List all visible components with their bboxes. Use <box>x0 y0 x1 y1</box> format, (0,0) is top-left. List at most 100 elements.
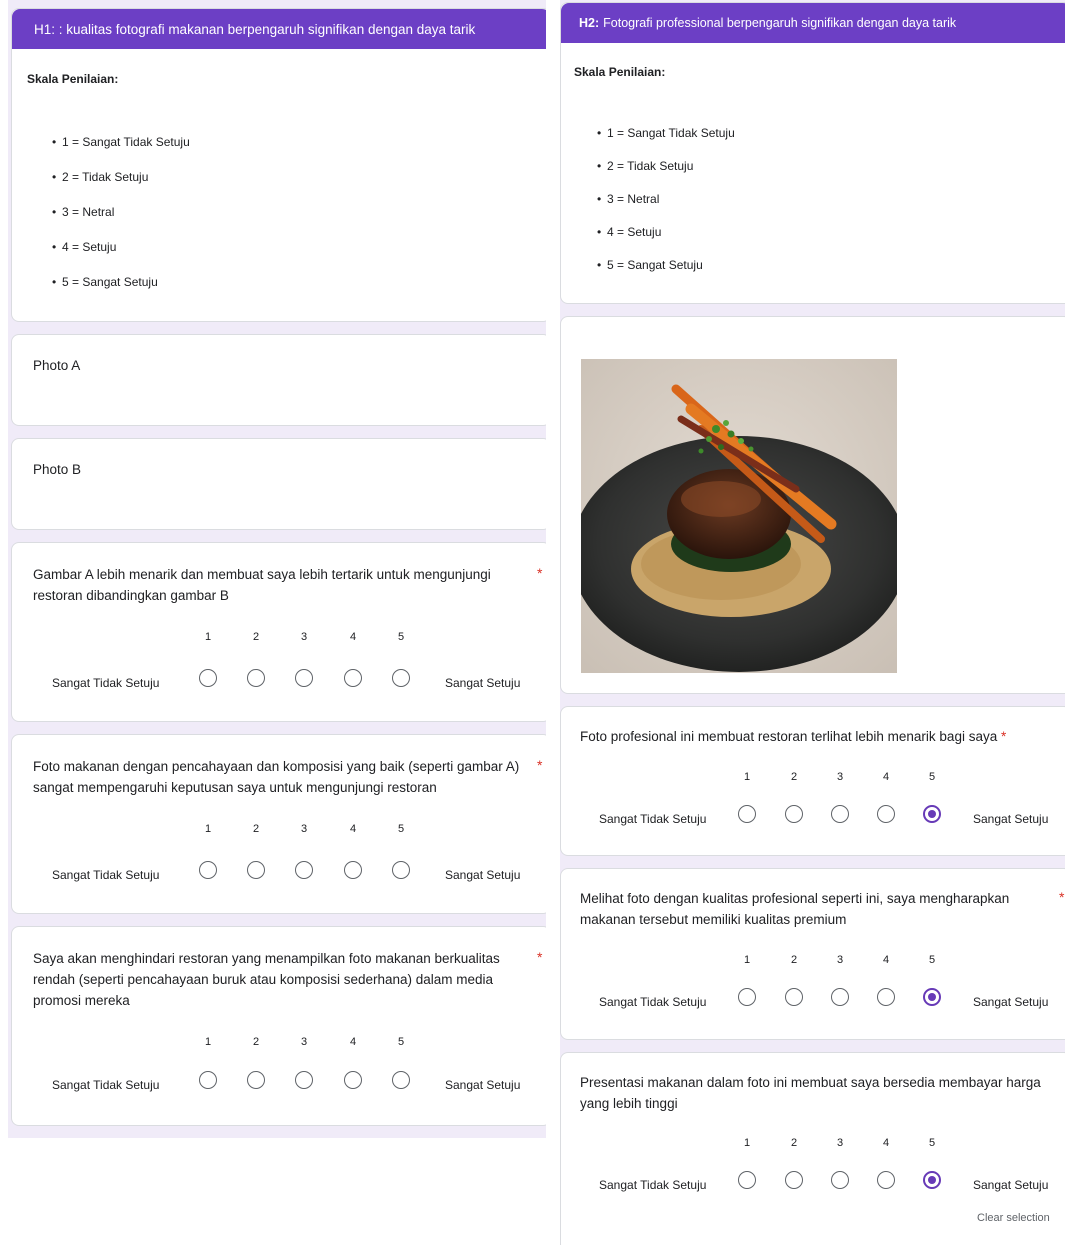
question-text: Melihat foto dengan kualitas profesional… <box>580 891 1010 927</box>
scale-number: 2 <box>252 631 260 643</box>
scale-high-label: Sangat Setuju <box>445 1078 521 1092</box>
question-text: Gambar A lebih menarik dan membuat saya … <box>33 567 491 603</box>
question-card-l3: Saya akan menghindari restoran yang mena… <box>11 926 546 1126</box>
radio-option-1[interactable] <box>199 1071 217 1089</box>
radio-option-1[interactable] <box>738 1171 756 1189</box>
linear-scale: 1 2 3 4 5 Sangat Tidak Setuju Sangat Set… <box>561 1135 1065 1195</box>
scale-number: 3 <box>300 631 308 643</box>
radio-option-3[interactable] <box>295 861 313 879</box>
scale-item: 4 = Setuju <box>52 240 190 275</box>
scale-title: Skala Penilaian: <box>574 65 666 79</box>
right-form-panel: H2: Fotografi professional berpengaruh s… <box>560 0 1065 1245</box>
scale-number: 5 <box>928 1137 936 1149</box>
photo-a-card: Photo A <box>11 334 546 426</box>
scale-number: 1 <box>204 1036 212 1048</box>
scale-high-label: Sangat Setuju <box>973 995 1049 1009</box>
clear-selection-button[interactable]: Clear selection <box>977 1212 1050 1224</box>
radio-option-5-selected[interactable] <box>923 805 941 823</box>
scale-item: 2 = Tidak Setuju <box>52 170 190 205</box>
scale-number: 5 <box>397 631 405 643</box>
scale-number: 1 <box>204 631 212 643</box>
radio-option-2[interactable] <box>785 1171 803 1189</box>
scale-item: 5 = Sangat Setuju <box>52 275 190 310</box>
question-text: Saya akan menghindari restoran yang mena… <box>33 951 500 1008</box>
radio-option-2[interactable] <box>785 805 803 823</box>
scale-number: 2 <box>790 771 798 783</box>
question-card-r3: Presentasi makanan dalam foto ini membua… <box>560 1052 1065 1245</box>
scale-high-label: Sangat Setuju <box>445 868 521 882</box>
h1-header-card: H1: : kualitas fotografi makanan berpeng… <box>11 8 546 322</box>
radio-option-4[interactable] <box>344 669 362 687</box>
radio-option-2[interactable] <box>785 988 803 1006</box>
scale-number: 2 <box>252 1036 260 1048</box>
scale-low-label: Sangat Tidak Setuju <box>52 868 160 882</box>
scale-number: 5 <box>928 954 936 966</box>
scale-low-label: Sangat Tidak Setuju <box>52 1078 160 1092</box>
question-text: Foto makanan dengan pencahayaan dan komp… <box>33 759 520 795</box>
scale-number: 4 <box>349 631 357 643</box>
photo-b-card: Photo B <box>11 438 546 530</box>
radio-option-3[interactable] <box>831 805 849 823</box>
h2-header-card: H2: Fotografi professional berpengaruh s… <box>560 2 1065 304</box>
radio-option-5-selected[interactable] <box>923 988 941 1006</box>
linear-scale: 1 2 3 4 5 Sangat Tidak Setuju Sangat Set… <box>561 769 1065 829</box>
radio-option-3[interactable] <box>295 669 313 687</box>
scale-number: 3 <box>836 1137 844 1149</box>
scale-number: 3 <box>836 771 844 783</box>
scale-low-label: Sangat Tidak Setuju <box>52 676 160 690</box>
scale-high-label: Sangat Setuju <box>973 812 1049 826</box>
scale-item: 4 = Setuju <box>597 225 735 258</box>
radio-option-1[interactable] <box>199 669 217 687</box>
h2-header-bar: H2: Fotografi professional berpengaruh s… <box>561 3 1065 43</box>
scale-number: 4 <box>349 1036 357 1048</box>
radio-option-1[interactable] <box>738 988 756 1006</box>
radio-option-4[interactable] <box>344 861 362 879</box>
radio-option-3[interactable] <box>295 1071 313 1089</box>
left-form-panel: H1: : kualitas fotografi makanan berpeng… <box>8 0 546 1138</box>
linear-scale: 1 2 3 4 5 Sangat Tidak Setuju Sangat Set… <box>12 1034 546 1094</box>
required-star: * <box>1059 889 1065 905</box>
question-card-l2: Foto makanan dengan pencahayaan dan komp… <box>11 734 546 914</box>
scale-number: 1 <box>743 1137 751 1149</box>
question-text: Foto profesional ini membuat restoran te… <box>580 726 1020 747</box>
scale-number: 4 <box>882 771 890 783</box>
scale-title: Skala Penilaian: <box>27 72 119 86</box>
scale-number: 3 <box>300 1036 308 1048</box>
radio-option-5-selected[interactable] <box>923 1171 941 1189</box>
radio-option-4[interactable] <box>877 805 895 823</box>
scale-number: 2 <box>790 954 798 966</box>
radio-option-2[interactable] <box>247 1071 265 1089</box>
radio-option-5[interactable] <box>392 861 410 879</box>
radio-option-3[interactable] <box>831 1171 849 1189</box>
radio-option-3[interactable] <box>831 988 849 1006</box>
radio-option-4[interactable] <box>344 1071 362 1089</box>
scale-item: 1 = Sangat Tidak Setuju <box>52 135 190 170</box>
radio-option-5[interactable] <box>392 1071 410 1089</box>
radio-option-2[interactable] <box>247 861 265 879</box>
scale-list: 1 = Sangat Tidak Setuju 2 = Tidak Setuju… <box>597 126 735 291</box>
scale-low-label: Sangat Tidak Setuju <box>599 812 707 826</box>
required-star: * <box>1000 729 1007 744</box>
food-photo-image <box>581 359 897 673</box>
scale-number: 2 <box>252 823 260 835</box>
scale-item: 5 = Sangat Setuju <box>597 258 735 291</box>
scale-number: 1 <box>743 771 751 783</box>
radio-option-4[interactable] <box>877 988 895 1006</box>
radio-option-1[interactable] <box>738 805 756 823</box>
required-star: * <box>537 565 543 581</box>
required-star: * <box>537 757 543 773</box>
radio-option-4[interactable] <box>877 1171 895 1189</box>
radio-option-1[interactable] <box>199 861 217 879</box>
scale-high-label: Sangat Setuju <box>973 1178 1049 1192</box>
linear-scale: 1 2 3 4 5 Sangat Tidak Setuju Sangat Set… <box>12 629 546 690</box>
radio-option-2[interactable] <box>247 669 265 687</box>
scale-number: 4 <box>349 823 357 835</box>
scale-number: 5 <box>928 771 936 783</box>
scale-number: 1 <box>743 954 751 966</box>
scale-list: 1 = Sangat Tidak Setuju 2 = Tidak Setuju… <box>52 135 190 310</box>
radio-option-5[interactable] <box>392 669 410 687</box>
scale-number: 4 <box>882 954 890 966</box>
photo-a-label: Photo A <box>33 358 81 373</box>
linear-scale: 1 2 3 4 5 Sangat Tidak Setuju Sangat Set… <box>12 821 546 882</box>
h1-header-title: H1: : kualitas fotografi makanan berpeng… <box>34 21 476 37</box>
